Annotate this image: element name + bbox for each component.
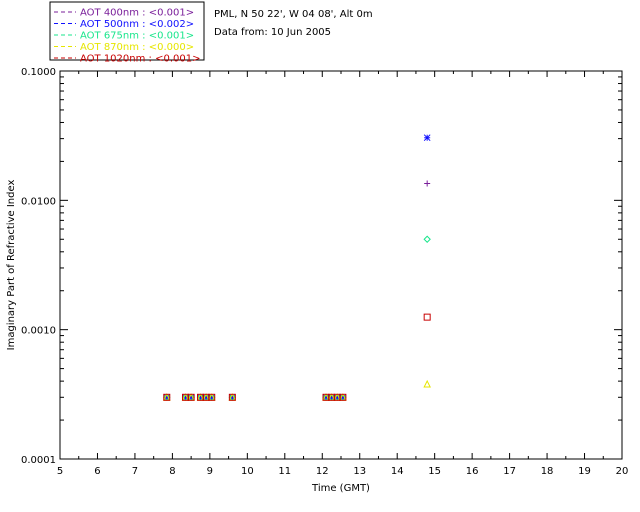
x-axis: 5 6 7 8 9 10 11 12 13 14 15 16 17 18 19 20: [57, 71, 629, 477]
x-tick-label: 6: [94, 466, 100, 477]
y-axis: 0.0001 0.0010 0.0100 0.1000: [21, 67, 622, 466]
x-tick-label: 18: [541, 466, 554, 477]
plus-marker: [424, 180, 431, 187]
series-group: [163, 313, 431, 401]
site-info: PML, N 50 22', W 04 08', Alt 0m: [214, 9, 373, 20]
plot-frame: [59, 70, 623, 460]
x-axis-title: Time (GMT): [311, 483, 370, 494]
x-tick-label: 17: [503, 466, 516, 477]
series-group: [163, 235, 431, 401]
y-axis-title: Imaginary Part of Refractive Index: [6, 180, 17, 351]
x-tick-label: 20: [616, 466, 629, 477]
legend: AOT 400nm : <0.001>AOT 500nm : <0.002>AO…: [49, 1, 205, 65]
x-tick-label: 10: [241, 466, 254, 477]
y-tick-label: 0.0100: [21, 196, 56, 207]
square-marker: [423, 313, 431, 321]
asterisk-marker: [423, 134, 431, 142]
x-tick-label: 5: [57, 466, 63, 477]
x-tick-label: 14: [391, 466, 404, 477]
data-markers: [162, 134, 431, 401]
x-tick-label: 8: [169, 466, 175, 477]
x-tick-label: 12: [316, 466, 329, 477]
x-tick-label: 13: [353, 466, 366, 477]
date-info: Data from: 10 Jun 2005: [214, 27, 331, 38]
series-group: [163, 134, 431, 401]
x-tick-label: 16: [466, 466, 479, 477]
y-tick-label: 0.0001: [21, 455, 56, 466]
y-tick-label: 0.0010: [21, 326, 56, 337]
x-tick-label: 9: [207, 466, 213, 477]
x-tick-label: 7: [132, 466, 138, 477]
series-group: [163, 180, 431, 401]
x-tick-label: 15: [428, 466, 441, 477]
chart-canvas: AOT 400nm : <0.001>AOT 500nm : <0.002>AO…: [6, 1, 629, 494]
y-tick-label: 0.1000: [21, 67, 56, 78]
x-tick-label: 19: [578, 466, 591, 477]
triangle-marker: [423, 379, 431, 388]
legend-label: AOT 675nm : <0.001>: [80, 31, 194, 42]
legend-label: AOT 1020nm : <0.001>: [80, 54, 200, 65]
legend-label: AOT 400nm : <0.001>: [80, 8, 194, 19]
x-tick-label: 11: [278, 466, 291, 477]
legend-label: AOT 500nm : <0.002>: [80, 19, 194, 30]
diamond-marker: [423, 235, 431, 243]
legend-label: AOT 870nm : <0.000>: [80, 42, 194, 53]
